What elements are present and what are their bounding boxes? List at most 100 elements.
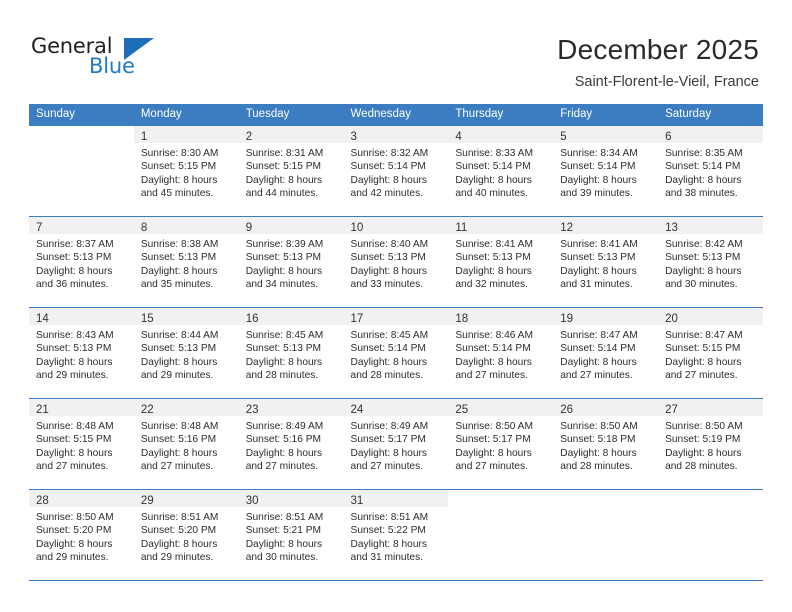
daylight-text-line1: Daylight: 8 hours	[350, 356, 427, 368]
sunset-text: Sunset: 5:20 PM	[36, 525, 112, 537]
calendar-day-cell[interactable]: 29 Sunrise: 8:51 AM Sunset: 5:20 PM Dayligh…	[133, 489, 239, 581]
day-details: Sunrise: 8:50 AM Sunset: 5:17 PM Daylight:…	[448, 416, 553, 473]
calendar-day-cell[interactable]: 14 Sunrise: 8:43 AM Sunset: 5:13 PM Dayligh…	[29, 307, 134, 399]
calendar-page: General Blue December 2025 Saint-Florent…	[0, 0, 792, 612]
brand-logo[interactable]: General Blue	[31, 34, 161, 84]
day-number: 15	[140, 313, 154, 325]
day-details: Sunrise: 8:48 AM Sunset: 5:16 PM Daylight:…	[134, 416, 239, 473]
day-details: Sunrise: 8:38 AM Sunset: 5:13 PM Daylight:…	[134, 234, 239, 291]
calendar-day-cell[interactable]: 24 Sunrise: 8:49 AM Sunset: 5:17 PM Dayligh…	[343, 398, 449, 490]
calendar-day-cell[interactable]: 17 Sunrise: 8:45 AM Sunset: 5:14 PM Dayligh…	[343, 307, 449, 399]
calendar-week-row: 28 Sunrise: 8:50 AM Sunset: 5:20 PM Dayligh…	[29, 489, 763, 581]
calendar-day-cell[interactable]: 1 Sunrise: 8:30 AM Sunset: 5:15 PM Daylight…	[133, 125, 239, 217]
sunrise-text: Sunrise: 8:35 AM	[665, 148, 743, 159]
daylight-text-line1: Daylight: 8 hours	[455, 174, 532, 186]
day-number: 16	[245, 313, 259, 325]
calendar-day-cell[interactable]: 2 Sunrise: 8:31 AM Sunset: 5:15 PM Daylight…	[238, 125, 344, 217]
sunrise-text: Sunrise: 8:31 AM	[245, 148, 324, 159]
daylight-text-line1: Daylight: 8 hours	[665, 174, 742, 186]
sunrise-text: Sunrise: 8:45 AM	[245, 330, 324, 341]
calendar-day-cell[interactable]: 16 Sunrise: 8:45 AM Sunset: 5:13 PM Dayligh…	[238, 307, 344, 399]
day-details: Sunrise: 8:46 AM Sunset: 5:14 PM Daylight:…	[448, 325, 553, 382]
weekday-header-sunday: Sunday	[29, 104, 134, 126]
daylight-text-line1: Daylight: 8 hours	[665, 265, 742, 277]
calendar-day-cell[interactable]: 3 Sunrise: 8:32 AM Sunset: 5:14 PM Daylight…	[343, 125, 449, 217]
daylight-text-line2: and 32 minutes.	[455, 278, 528, 290]
calendar-day-cell[interactable]: 11 Sunrise: 8:41 AM Sunset: 5:13 PM Dayligh…	[448, 216, 554, 308]
sunrise-text: Sunrise: 8:33 AM	[455, 148, 533, 159]
day-details: Sunrise: 8:44 AM Sunset: 5:13 PM Daylight:…	[134, 325, 239, 382]
daylight-text-line2: and 39 minutes.	[560, 187, 633, 199]
calendar-day-cell[interactable]: 21 Sunrise: 8:48 AM Sunset: 5:15 PM Dayligh…	[29, 398, 134, 490]
day-number: 24	[350, 404, 364, 416]
weekday-header-tuesday: Tuesday	[238, 104, 344, 126]
daylight-text-line1: Daylight: 8 hours	[560, 447, 637, 459]
calendar-grid: Sunday Monday Tuesday Wednesday Thursday…	[29, 104, 763, 581]
daylight-text-line1: Daylight: 8 hours	[665, 356, 742, 368]
day-number: 8	[140, 222, 148, 234]
calendar-day-cell[interactable]: 6 Sunrise: 8:35 AM Sunset: 5:14 PM Daylight…	[658, 125, 763, 217]
daylight-text-line2: and 40 minutes.	[455, 187, 528, 199]
day-details: Sunrise: 8:47 AM Sunset: 5:14 PM Daylight:…	[553, 325, 658, 382]
calendar-day-cell[interactable]: 15 Sunrise: 8:44 AM Sunset: 5:13 PM Dayligh…	[133, 307, 239, 399]
calendar-day-cell[interactable]: 22 Sunrise: 8:48 AM Sunset: 5:16 PM Dayligh…	[133, 398, 239, 490]
day-details: Sunrise: 8:43 AM Sunset: 5:13 PM Daylight:…	[29, 325, 134, 382]
day-details: Sunrise: 8:51 AM Sunset: 5:22 PM Daylight:…	[344, 507, 449, 564]
sunrise-text: Sunrise: 8:50 AM	[36, 512, 114, 523]
calendar-day-cell[interactable]: 26 Sunrise: 8:50 AM Sunset: 5:18 PM Dayligh…	[553, 398, 659, 490]
sunrise-text: Sunrise: 8:32 AM	[350, 148, 429, 159]
calendar-day-cell[interactable]: 18 Sunrise: 8:46 AM Sunset: 5:14 PM Dayligh…	[448, 307, 554, 399]
day-details: Sunrise: 8:41 AM Sunset: 5:13 PM Daylight:…	[448, 234, 553, 291]
day-number: 10	[350, 222, 364, 234]
calendar-day-cell[interactable]: 12 Sunrise: 8:41 AM Sunset: 5:13 PM Dayligh…	[553, 216, 659, 308]
sunrise-text: Sunrise: 8:43 AM	[36, 330, 114, 341]
sunset-text: Sunset: 5:13 PM	[36, 252, 112, 264]
day-number: 31	[350, 495, 364, 507]
sunset-text: Sunset: 5:13 PM	[455, 252, 531, 264]
calendar-day-cell[interactable]: 4 Sunrise: 8:33 AM Sunset: 5:14 PM Daylight…	[448, 125, 554, 217]
daylight-text-line2: and 31 minutes.	[560, 278, 633, 290]
calendar-day-cell[interactable]: 31 Sunrise: 8:51 AM Sunset: 5:22 PM Dayligh…	[343, 489, 449, 581]
calendar-day-cell[interactable]: 28 Sunrise: 8:50 AM Sunset: 5:20 PM Dayligh…	[29, 489, 134, 581]
calendar-day-cell[interactable]: 25 Sunrise: 8:50 AM Sunset: 5:17 PM Dayligh…	[448, 398, 554, 490]
day-number: 23	[245, 404, 259, 416]
day-details: Sunrise: 8:33 AM Sunset: 5:14 PM Daylight:…	[448, 143, 553, 200]
weekday-header-saturday: Saturday	[658, 104, 763, 126]
calendar-day-cell[interactable]: 27 Sunrise: 8:50 AM Sunset: 5:19 PM Dayligh…	[658, 398, 763, 490]
calendar-day-cell[interactable]: 9 Sunrise: 8:39 AM Sunset: 5:13 PM Daylight…	[238, 216, 344, 308]
sunrise-text: Sunrise: 8:46 AM	[455, 330, 533, 341]
calendar-day-cell[interactable]: 20 Sunrise: 8:47 AM Sunset: 5:15 PM Dayligh…	[658, 307, 763, 399]
calendar-day-cell[interactable]: 8 Sunrise: 8:38 AM Sunset: 5:13 PM Daylight…	[133, 216, 239, 308]
sunset-text: Sunset: 5:14 PM	[455, 161, 531, 173]
day-details: Sunrise: 8:49 AM Sunset: 5:16 PM Daylight:…	[239, 416, 344, 473]
daylight-text-line1: Daylight: 8 hours	[350, 265, 427, 277]
day-details: Sunrise: 8:42 AM Sunset: 5:13 PM Daylight:…	[658, 234, 763, 291]
calendar-day-cell[interactable]: 19 Sunrise: 8:47 AM Sunset: 5:14 PM Dayligh…	[553, 307, 659, 399]
daylight-text-line1: Daylight: 8 hours	[245, 174, 323, 186]
calendar-day-cell[interactable]: 5 Sunrise: 8:34 AM Sunset: 5:14 PM Daylight…	[553, 125, 659, 217]
daylight-text-line2: and 30 minutes.	[245, 551, 319, 563]
day-number: 20	[665, 313, 678, 325]
weekday-header-monday: Monday	[133, 104, 239, 126]
calendar-day-cell[interactable]: 23 Sunrise: 8:49 AM Sunset: 5:16 PM Dayligh…	[238, 398, 344, 490]
daylight-text-line2: and 27 minutes.	[36, 460, 109, 472]
sunrise-text: Sunrise: 8:50 AM	[455, 421, 533, 432]
daylight-text-line2: and 44 minutes.	[245, 187, 319, 199]
weekday-header-row: Sunday Monday Tuesday Wednesday Thursday…	[29, 104, 763, 126]
sunrise-text: Sunrise: 8:50 AM	[560, 421, 638, 432]
sunset-text: Sunset: 5:14 PM	[350, 161, 426, 173]
day-number: 17	[350, 313, 364, 325]
daylight-text-line1: Daylight: 8 hours	[36, 356, 113, 368]
calendar-day-cell[interactable]: 30 Sunrise: 8:51 AM Sunset: 5:21 PM Dayligh…	[238, 489, 344, 581]
calendar-day-cell[interactable]: 13 Sunrise: 8:42 AM Sunset: 5:13 PM Dayligh…	[658, 216, 763, 308]
daylight-text-line1: Daylight: 8 hours	[36, 447, 113, 459]
daylight-text-line2: and 29 minutes.	[36, 551, 109, 563]
calendar-day-cell[interactable]: 7 Sunrise: 8:37 AM Sunset: 5:13 PM Daylight…	[29, 216, 134, 308]
calendar-day-cell[interactable]: 10 Sunrise: 8:40 AM Sunset: 5:13 PM Dayligh…	[343, 216, 449, 308]
day-details: Sunrise: 8:51 AM Sunset: 5:20 PM Daylight:…	[134, 507, 239, 564]
sunset-text: Sunset: 5:15 PM	[665, 343, 741, 355]
sunrise-text: Sunrise: 8:49 AM	[350, 421, 429, 432]
calendar-week-row: 7 Sunrise: 8:37 AM Sunset: 5:13 PM Daylight…	[29, 216, 763, 308]
sunset-text: Sunset: 5:13 PM	[36, 343, 112, 355]
day-details: Sunrise: 8:51 AM Sunset: 5:21 PM Daylight:…	[239, 507, 344, 564]
